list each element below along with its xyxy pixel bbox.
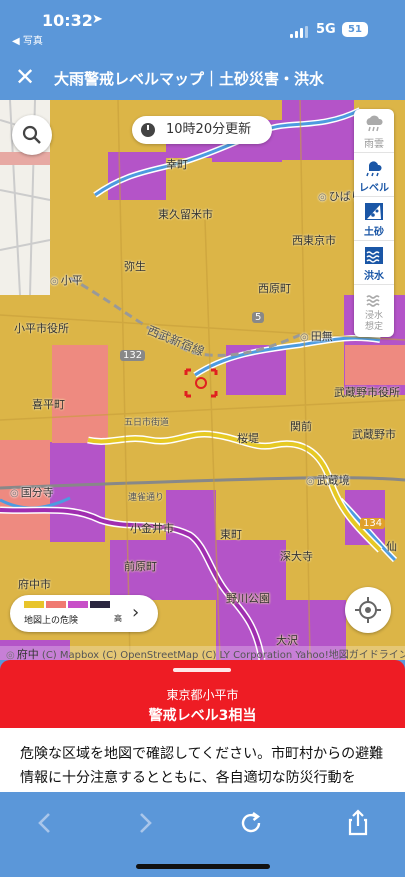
chevron-left-icon <box>38 813 50 833</box>
layer-rain-cloud-button[interactable]: 雨雲 <box>354 109 394 153</box>
layer-inundation-label: 浸水 想定 <box>364 311 383 332</box>
back-to-app[interactable]: ◀ 写真 <box>12 32 43 47</box>
locate-me-button[interactable] <box>345 587 391 633</box>
flood-icon <box>365 247 383 264</box>
label-nishiharacho: 西原町 <box>258 282 291 295</box>
share-button[interactable] <box>343 808 373 838</box>
home-indicator <box>136 864 270 869</box>
map-search-button[interactable] <box>12 115 52 155</box>
legend-high-label: 高 <box>114 614 122 623</box>
label-nishitokyo: 西東京市 <box>292 234 336 247</box>
map-canvas <box>0 100 405 660</box>
layer-rain-cloud-label: 雨雲 <box>364 139 384 150</box>
station-fuchu: 府中 <box>6 648 39 660</box>
label-koganei: 小金井市 <box>130 522 174 535</box>
rain-cloud-icon <box>366 115 383 132</box>
signal-icon <box>290 26 308 38</box>
legend-label: 地図上の危険 <box>24 616 79 626</box>
station-kokubunji: 国分寺 <box>10 484 54 500</box>
layer-panel: 雨雲 レベル 土砂 洪水 浸水 想定 <box>354 109 394 337</box>
layer-inundation-button[interactable]: 浸水 想定 <box>354 285 394 337</box>
label-sekimae: 関前 <box>290 420 312 433</box>
battery-icon: 51 <box>342 22 368 37</box>
legend-swatch-yellow <box>24 601 44 608</box>
update-time-text: 10時20分更新 <box>166 122 252 137</box>
header-bar: ✕ 大雨警戒レベルマップ｜土砂災害・洪水 <box>0 56 405 100</box>
update-time-badge: 10時20分更新 <box>132 116 272 144</box>
label-musashinoshi: 武蔵野市 <box>352 428 396 441</box>
crosshair-icon <box>355 597 381 623</box>
legend-swatch-black <box>90 601 110 608</box>
layer-flood-label: 洪水 <box>364 271 384 282</box>
label-higashi-kurume: 東久留米市 <box>158 208 213 221</box>
risk-legend-button[interactable]: 地図上の危険 高 › <box>10 595 158 632</box>
route-132-badge: 132 <box>120 350 146 361</box>
label-musashino-city-hall: 武蔵野市役所 <box>334 386 400 399</box>
forward-button[interactable] <box>130 808 160 838</box>
page-title: 大雨警戒レベルマップ｜土砂災害・洪水 <box>54 70 325 88</box>
label-higashicho: 東町 <box>220 528 242 541</box>
label-fukadaiji: 深大寺 <box>280 550 313 563</box>
label-kodaira-city-hall: 小平市役所 <box>14 322 69 335</box>
layer-landslide-label: 土砂 <box>364 227 384 238</box>
label-renjaku: 連雀通り <box>128 493 165 503</box>
label-sengawa: 仙 <box>386 540 397 553</box>
reload-icon <box>241 812 261 833</box>
layer-flood-button[interactable]: 洪水 <box>354 241 394 285</box>
station-tanashi: 田無 <box>300 328 333 344</box>
level-warning-icon <box>366 161 382 177</box>
alert-area: 東京都小平市 <box>166 688 239 702</box>
route-5-badge: 5 <box>252 312 265 323</box>
chevron-right-icon <box>140 813 152 833</box>
layer-landslide-button[interactable]: 土砂 <box>354 197 394 241</box>
legend-swatch-purple <box>68 601 88 608</box>
back-button[interactable] <box>30 808 60 838</box>
clock-icon <box>141 123 155 137</box>
alert-panel[interactable]: 東京都小平市 警戒レベル3相当 <box>0 660 405 728</box>
legend-swatch-red <box>46 601 66 608</box>
station-kodaira: 小平 <box>50 272 83 288</box>
layer-level-button[interactable]: レベル <box>354 153 394 197</box>
label-sachicho: 幸町 <box>166 158 188 171</box>
close-icon[interactable]: ✕ <box>12 62 38 92</box>
hazard-map[interactable]: 幸町 東久留米市 ひばりヶ丘 西東京市 弥生 小平 西原町 小平市役所 西武新宿… <box>0 100 405 660</box>
reload-button[interactable] <box>236 808 266 838</box>
label-sakurazutsumi: 桜堤 <box>237 432 259 445</box>
label-yayoi: 弥生 <box>124 260 146 273</box>
location-arrow-icon: ➤ <box>92 12 103 27</box>
search-icon <box>22 125 41 144</box>
label-fuchu: 府中市 <box>18 578 51 591</box>
label-kikyomachi: 喜平町 <box>32 398 65 411</box>
map-attribution: 府中 (C) Mapbox (C) OpenStreetMap (C) LY C… <box>0 646 405 660</box>
label-maeharacho: 前原町 <box>124 560 157 573</box>
inundation-icon <box>366 295 380 307</box>
route-134-badge: 134 <box>360 518 386 529</box>
status-time: 10:32 <box>42 11 93 30</box>
station-musashisakai: 武蔵境 <box>306 472 350 488</box>
chevron-right-icon: › <box>132 602 140 623</box>
attribution-text: (C) Mapbox (C) OpenStreetMap (C) LY Corp… <box>41 650 405 660</box>
alert-level: 警戒レベル3相当 <box>148 708 257 724</box>
share-icon <box>348 809 368 836</box>
status-bar: 10:32 ➤ ◀ 写真 5G 51 <box>0 0 405 50</box>
alert-description: 危険な区域を地図で確認してください。市町村からの避難情報に十分注意するとともに、… <box>0 728 405 792</box>
back-app-label: 写真 <box>22 36 43 47</box>
layer-level-label: レベル <box>359 183 389 194</box>
label-itsukaichi: 五日市街道 <box>124 418 170 428</box>
drag-handle[interactable] <box>173 668 231 672</box>
network-label: 5G <box>316 22 336 37</box>
label-nogawa-park: 野川公園 <box>226 592 270 605</box>
app-screen: 10:32 ➤ ◀ 写真 5G 51 ✕ 大雨警戒レベルマップ｜土砂災害・洪水 <box>0 0 405 877</box>
landslide-icon <box>365 203 383 220</box>
